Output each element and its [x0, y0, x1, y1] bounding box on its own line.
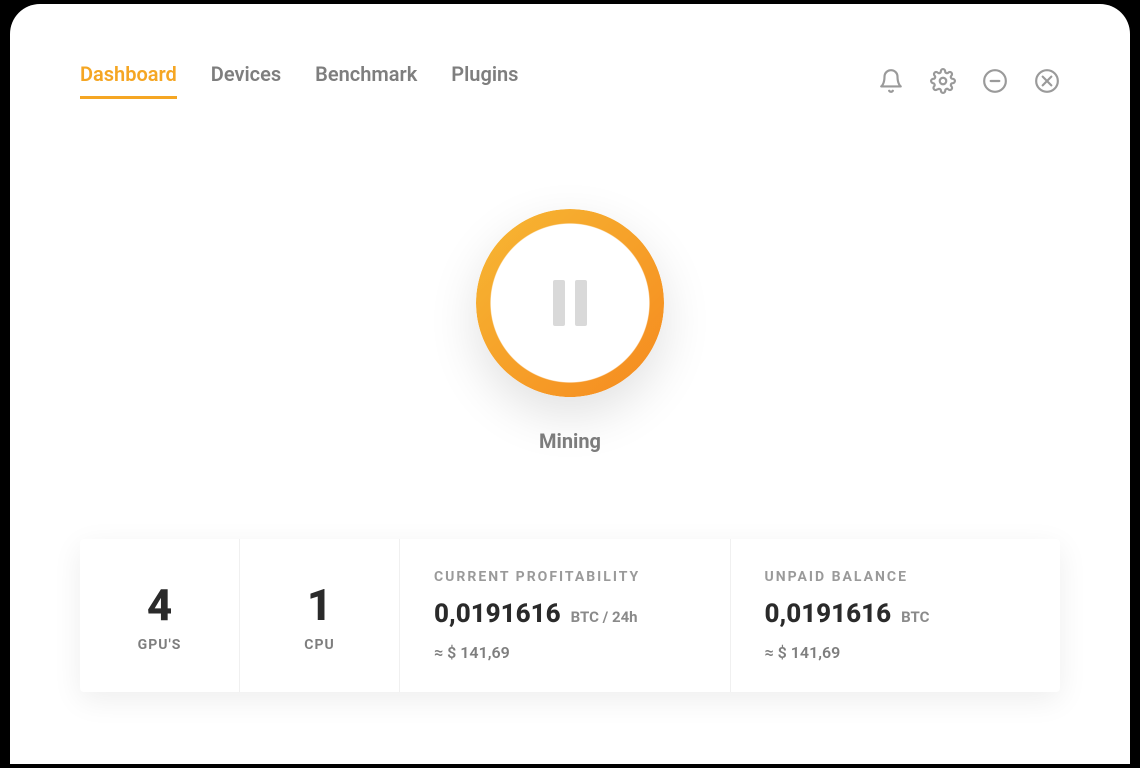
profitability-card: CURRENT PROFITABILITY 0,0191616 BTC / 24…: [400, 539, 731, 692]
app-window: Dashboard Devices Benchmark Plugins: [10, 4, 1130, 764]
mining-status-label: Mining: [539, 429, 601, 453]
top-bar: Dashboard Devices Benchmark Plugins: [80, 62, 1060, 99]
cpu-count: 1: [307, 579, 332, 631]
mining-toggle-button[interactable]: [476, 209, 664, 397]
gpu-card: 4 GPU'S: [80, 539, 240, 692]
cpu-label: CPU: [304, 637, 334, 653]
minimize-circle-icon[interactable]: [982, 68, 1008, 94]
tab-devices[interactable]: Devices: [211, 62, 281, 99]
close-circle-icon[interactable]: [1034, 68, 1060, 94]
profitability-approx: ≈ $ 141,69: [434, 643, 696, 662]
gpu-count: 4: [147, 579, 172, 631]
balance-approx: ≈ $ 141,69: [765, 643, 1027, 662]
window-controls: [878, 68, 1060, 94]
main-area: Mining 4 GPU'S 1 CPU CURRENT PROFITABILI…: [80, 209, 1060, 692]
main-tabs: Dashboard Devices Benchmark Plugins: [80, 62, 518, 99]
profitability-value-row: 0,0191616 BTC / 24h: [434, 599, 696, 629]
balance-heading: UNPAID BALANCE: [765, 569, 1027, 585]
tab-dashboard[interactable]: Dashboard: [80, 62, 177, 99]
tab-plugins[interactable]: Plugins: [451, 62, 518, 99]
balance-card: UNPAID BALANCE 0,0191616 BTC ≈ $ 141,69: [731, 539, 1061, 692]
tab-benchmark[interactable]: Benchmark: [315, 62, 417, 99]
balance-value-row: 0,0191616 BTC: [765, 599, 1027, 629]
cpu-card: 1 CPU: [240, 539, 400, 692]
profitability-value: 0,0191616: [434, 599, 561, 629]
balance-value: 0,0191616: [765, 599, 892, 629]
gpu-label: GPU'S: [138, 637, 182, 653]
profitability-heading: CURRENT PROFITABILITY: [434, 569, 696, 585]
profitability-unit: BTC / 24h: [571, 608, 638, 626]
bell-icon[interactable]: [878, 68, 904, 94]
stats-cards: 4 GPU'S 1 CPU CURRENT PROFITABILITY 0,01…: [80, 539, 1060, 692]
gear-icon[interactable]: [930, 68, 956, 94]
pause-icon: [553, 280, 587, 326]
balance-unit: BTC: [901, 608, 929, 626]
